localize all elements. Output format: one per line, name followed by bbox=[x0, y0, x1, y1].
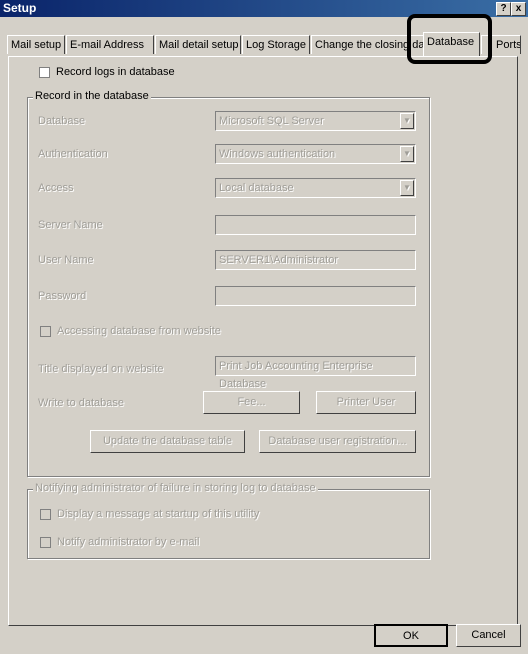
authentication-label: Authentication bbox=[38, 148, 108, 160]
close-button[interactable]: x bbox=[511, 2, 526, 16]
write-to-database-label: Write to database bbox=[38, 397, 125, 409]
user-name-input[interactable]: SERVER1\Administrator bbox=[215, 250, 416, 270]
tab-mail-detail-setup[interactable]: Mail detail setup bbox=[155, 35, 241, 54]
database-value: Microsoft SQL Server bbox=[219, 115, 324, 127]
fee-button[interactable]: Fee... bbox=[203, 391, 300, 414]
website-access-checkbox[interactable] bbox=[40, 326, 51, 337]
website-access-label: Accessing database from website bbox=[57, 325, 221, 337]
database-label: Database bbox=[38, 115, 86, 127]
highlight-box bbox=[407, 14, 492, 64]
window-title: Setup bbox=[3, 1, 37, 15]
authentication-select[interactable]: Windows authentication ▼ bbox=[215, 144, 416, 164]
help-button[interactable]: ? bbox=[496, 2, 511, 16]
notify-group bbox=[27, 489, 430, 559]
setup-window: Setup ? x Mail setup E-mail Address Mail… bbox=[0, 0, 528, 654]
record-group-legend: Record in the database bbox=[33, 90, 151, 102]
access-select[interactable]: Local database ▼ bbox=[215, 178, 416, 198]
tab-mail-setup[interactable]: Mail setup bbox=[7, 35, 65, 54]
website-title-input[interactable]: Print Job Accounting Enterprise Database bbox=[215, 356, 416, 390]
update-table-button[interactable]: Update the database table bbox=[90, 430, 245, 453]
chevron-down-icon[interactable]: ▼ bbox=[400, 113, 414, 129]
user-registration-button[interactable]: Database user registration... bbox=[259, 430, 416, 453]
authentication-value: Windows authentication bbox=[219, 148, 336, 160]
website-title-label: Title displayed on website bbox=[38, 363, 164, 375]
ok-button[interactable]: OK bbox=[374, 624, 448, 647]
display-message-checkbox[interactable] bbox=[40, 509, 51, 520]
password-label: Password bbox=[38, 290, 87, 302]
tab-log-storage[interactable]: Log Storage bbox=[242, 35, 310, 54]
chevron-down-icon[interactable]: ▼ bbox=[400, 146, 414, 162]
password-input[interactable] bbox=[215, 286, 416, 306]
database-select[interactable]: Microsoft SQL Server ▼ bbox=[215, 111, 416, 131]
record-logs-checkbox[interactable] bbox=[39, 67, 50, 78]
notify-email-label: Notify administrator by e-mail bbox=[57, 536, 200, 548]
server-name-input[interactable] bbox=[215, 215, 416, 235]
tab-email-address[interactable]: E-mail Address bbox=[66, 35, 154, 54]
notify-email-checkbox[interactable] bbox=[40, 537, 51, 548]
server-name-label: Server Name bbox=[38, 219, 103, 231]
access-value: Local database bbox=[219, 182, 294, 194]
record-logs-label: Record logs in database bbox=[56, 66, 175, 78]
user-name-label: User Name bbox=[38, 254, 94, 266]
access-label: Access bbox=[38, 182, 74, 194]
chevron-down-icon[interactable]: ▼ bbox=[400, 180, 414, 196]
notify-group-legend: Notifying administrator of failure in st… bbox=[33, 482, 318, 494]
cancel-button[interactable]: Cancel bbox=[456, 624, 521, 647]
display-message-label: Display a message at startup of this uti… bbox=[57, 508, 260, 520]
printer-user-button[interactable]: Printer User bbox=[316, 391, 416, 414]
